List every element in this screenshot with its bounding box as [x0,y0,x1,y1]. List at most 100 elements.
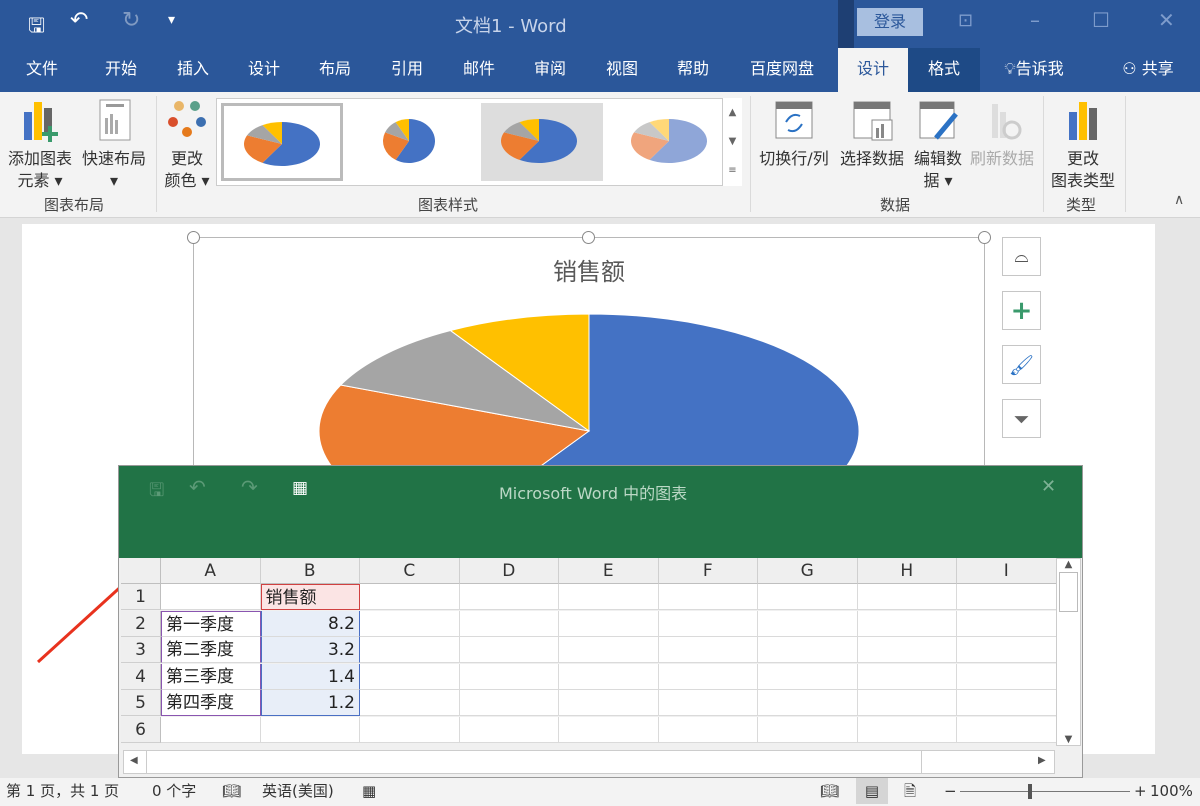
cell-A6[interactable] [161,716,261,743]
scroll-up-icon[interactable]: ▲ [1057,559,1080,570]
row-header-1[interactable]: 1 [121,584,161,610]
ribbon-display-icon[interactable]: ⊡ [958,10,973,31]
tab-format[interactable]: 格式 [908,48,980,92]
row-header-6[interactable]: 6 [121,716,161,743]
tab-view[interactable]: 视图 [595,48,649,92]
chart-filters-button[interactable]: ⏷ [1002,399,1041,438]
minimize-button[interactable]: – [1030,8,1040,32]
layout-options-button[interactable]: ⌓ [1002,237,1041,276]
cell-H4[interactable] [857,663,957,690]
switch-row-column-button[interactable]: 切换行/列 [752,98,836,170]
read-mode-icon[interactable]: 📖︎ [820,778,839,804]
cell-B6[interactable] [260,716,360,743]
cell-I4[interactable] [957,663,1057,690]
cell-B4[interactable]: 1.4 [260,663,360,690]
cell-G1[interactable] [758,584,858,610]
save-icon[interactable]: 🖫 [28,11,45,45]
cell-B2[interactable]: 8.2 [260,610,360,637]
save-icon[interactable]: 🖫 [149,478,164,508]
tab-design[interactable]: 设计 [237,48,291,92]
tell-me[interactable]: 💡︎告诉我 [992,48,1076,92]
cell-I2[interactable] [957,610,1057,637]
share-button[interactable]: ⚇ 共享 [1110,48,1186,92]
cell-F5[interactable] [658,690,758,716]
cell-G2[interactable] [758,610,858,637]
gallery-more-button[interactable]: ≡ [723,156,742,185]
cell-G3[interactable] [758,637,858,663]
scroll-right-icon[interactable]: ▶ [1038,755,1046,766]
select-all-button[interactable] [121,558,161,584]
undo-icon[interactable]: ↶ [189,475,206,499]
cell-I1[interactable] [957,584,1057,610]
vertical-scrollbar[interactable]: ▲ ▼ [1056,558,1081,746]
cell-E3[interactable] [559,637,659,663]
chart-style-thumbnail[interactable] [611,103,733,181]
refresh-data-button[interactable]: 刷新数据 [966,98,1038,170]
cell-D5[interactable] [459,690,559,716]
cell-E5[interactable] [559,690,659,716]
column-header-I[interactable]: I [957,558,1057,584]
cell-D6[interactable] [459,716,559,743]
scroll-thumb[interactable] [1059,572,1078,612]
cell-G5[interactable] [758,690,858,716]
cell-I5[interactable] [957,690,1057,716]
add-chart-element-button[interactable]: 添加图表 元素 ▾ [4,98,76,192]
login-button[interactable]: 登录 [857,8,923,36]
row-header-3[interactable]: 3 [121,637,161,663]
cell-A3[interactable]: 第二季度 [161,637,261,663]
close-button[interactable]: ✕ [1158,8,1175,32]
cell-H2[interactable] [857,610,957,637]
resize-handle[interactable] [187,231,200,244]
scroll-left-icon[interactable]: ◀ [130,755,138,766]
proofing-icon[interactable]: 📖︎ [222,778,241,804]
cell-B5[interactable]: 1.2 [260,690,360,716]
edit-in-excel-icon[interactable]: ▦ [292,478,308,498]
row-header-5[interactable]: 5 [121,690,161,716]
row-header-2[interactable]: 2 [121,610,161,637]
tab-home[interactable]: 开始 [94,48,148,92]
page-count[interactable]: 第 1 页，共 1 页 [6,778,119,804]
cell-H1[interactable] [857,584,957,610]
select-data-button[interactable]: 选择数据 [836,98,908,170]
tab-mailings[interactable]: 邮件 [452,48,506,92]
zoom-slider[interactable] [960,784,1130,799]
horizontal-scrollbar[interactable]: ◀ ▶ [123,750,1055,774]
cell-A4[interactable]: 第三季度 [161,663,261,690]
tab-file[interactable]: 文件 [14,48,70,92]
word-count[interactable]: 0 个字 [152,778,196,804]
change-colors-button[interactable]: 更改 颜色 ▾ [160,98,214,192]
redo-icon[interactable]: ↷ [241,475,258,499]
cell-C3[interactable] [360,637,460,663]
resize-handle[interactable] [978,231,991,244]
cell-A2[interactable]: 第一季度 [161,610,261,637]
column-header-F[interactable]: F [658,558,758,584]
column-header-G[interactable]: G [758,558,858,584]
change-chart-type-button[interactable]: 更改 图表类型 [1046,98,1120,192]
chart-area[interactable]: 销售额 [193,237,985,478]
cell-F6[interactable] [658,716,758,743]
cell-D2[interactable] [459,610,559,637]
cell-F4[interactable] [658,663,758,690]
scroll-down-icon[interactable]: ▼ [1057,734,1080,745]
qat-customize-icon[interactable]: ▾ [168,12,175,28]
tab-insert[interactable]: 插入 [166,48,220,92]
row-header-4[interactable]: 4 [121,663,161,690]
cell-E6[interactable] [559,716,659,743]
column-header-B[interactable]: B [260,558,360,584]
cell-D4[interactable] [459,663,559,690]
column-header-A[interactable]: A [161,558,261,584]
cell-E4[interactable] [559,663,659,690]
print-layout-icon[interactable]: ▤ [856,778,888,804]
column-header-H[interactable]: H [857,558,957,584]
language[interactable]: 英语(美国) [262,778,334,804]
cell-E1[interactable] [559,584,659,610]
cell-F3[interactable] [658,637,758,663]
tab-baidu-netdisk[interactable]: 百度网盘 [740,48,824,92]
cell-G6[interactable] [758,716,858,743]
cell-H6[interactable] [857,716,957,743]
cell-E2[interactable] [559,610,659,637]
collapse-ribbon-icon[interactable]: ∧ [1174,192,1184,208]
chart-style-thumbnail[interactable] [351,103,473,181]
chart-elements-button[interactable]: + [1002,291,1041,330]
macro-icon[interactable]: ▦ [362,778,376,804]
